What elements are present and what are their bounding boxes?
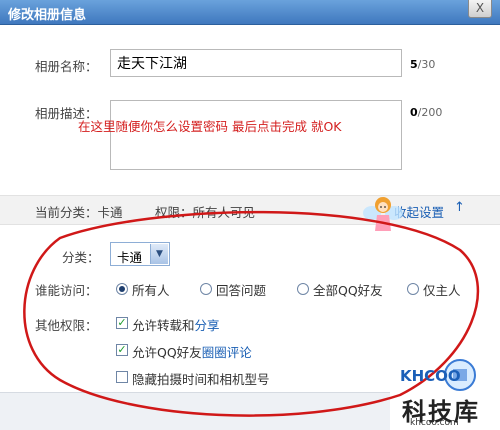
watermark-url: khcoo.com (410, 418, 459, 428)
watermark-logo-text: KHCOO (400, 367, 461, 385)
khcoo-logo-icon: KHCOO (400, 359, 476, 391)
